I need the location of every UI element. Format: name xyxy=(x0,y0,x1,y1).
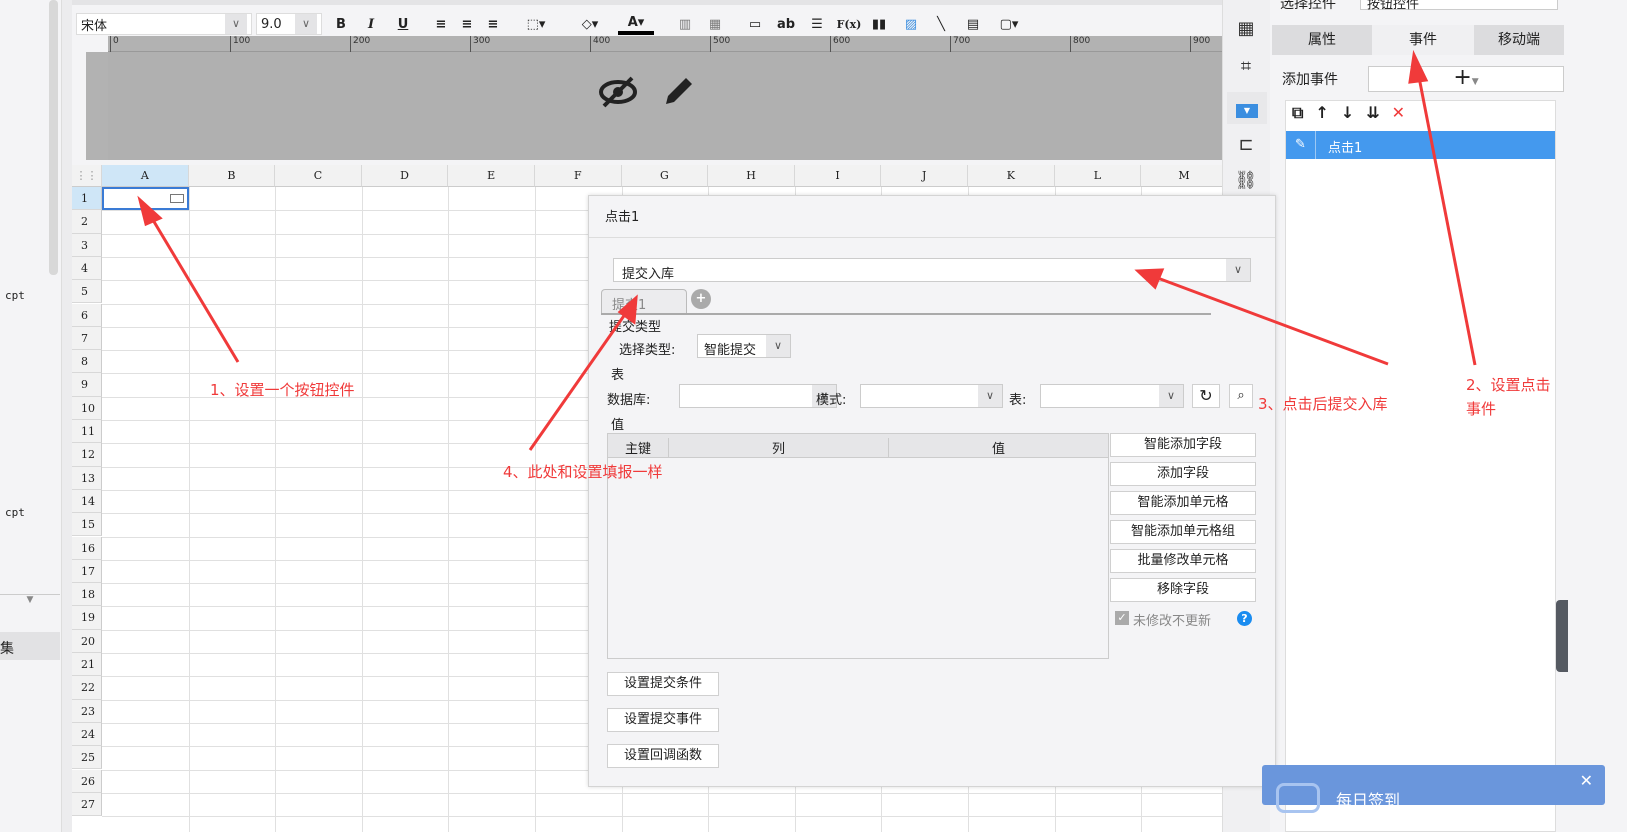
annotation-arrows xyxy=(137,49,1477,451)
annotation-3: 3、点击后提交入库 xyxy=(1258,395,1388,413)
checkin-icon xyxy=(1276,783,1320,813)
daily-checkin-popup[interactable]: 每日签到 ✕ xyxy=(1262,765,1605,813)
arrow-3 xyxy=(1154,275,1389,366)
annotation-2: 2、设置点击事件 xyxy=(1466,376,1551,418)
arrowhead-2 xyxy=(1408,49,1429,84)
close-icon[interactable]: ✕ xyxy=(1580,771,1593,790)
annotation-1: 1、设置一个按钮控件 xyxy=(210,381,355,399)
arrowhead-1 xyxy=(137,195,163,227)
popup-title: 每日签到 xyxy=(1336,791,1401,810)
arrow-2 xyxy=(1416,71,1477,366)
arrowhead-3 xyxy=(1134,268,1165,290)
annotation-4: 4、此处和设置填报一样 xyxy=(503,463,663,481)
arrow-4 xyxy=(528,309,630,451)
arrow-1 xyxy=(148,214,240,363)
